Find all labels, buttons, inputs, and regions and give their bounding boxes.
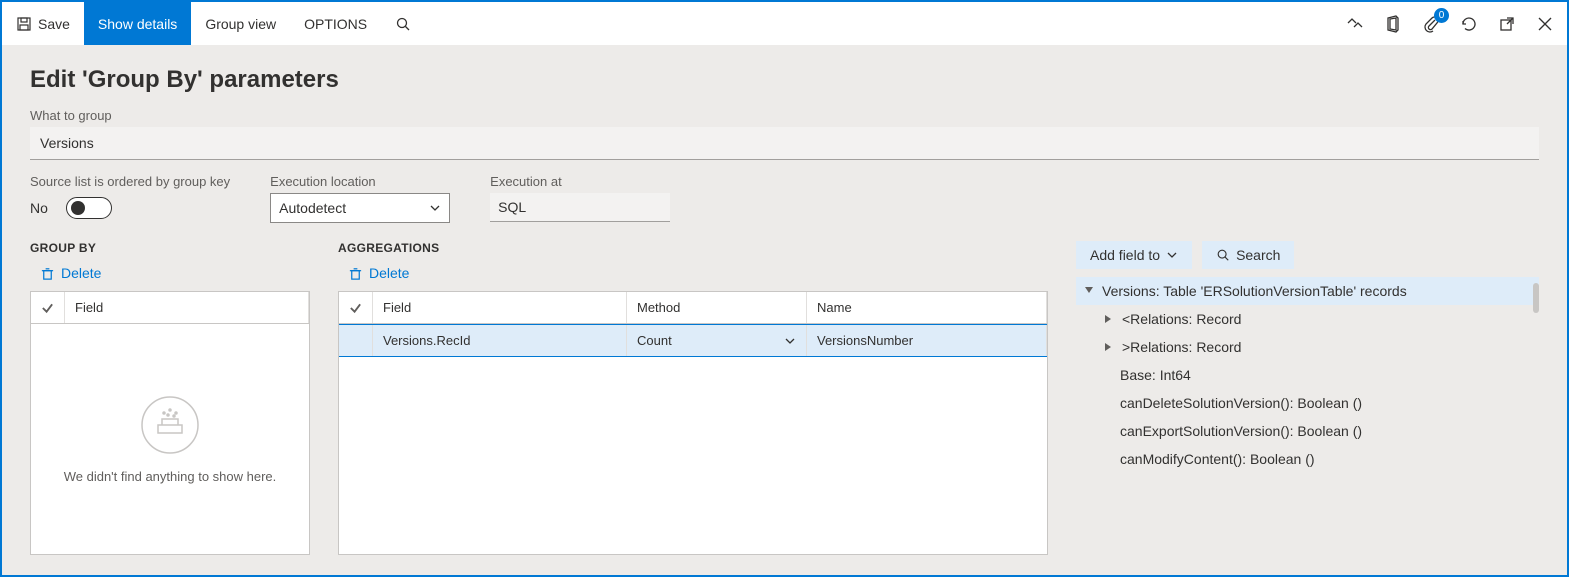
tree-search-label: Search: [1236, 247, 1280, 263]
agg-grid: Field Method Name Versions.RecId Count V…: [338, 291, 1048, 555]
search-toolbar-button[interactable]: [381, 2, 425, 45]
exec-location-value: Autodetect: [279, 200, 346, 216]
trash-icon: [348, 266, 363, 281]
show-details-button[interactable]: Show details: [84, 2, 191, 45]
tree-leaf[interactable]: Base: Int64: [1076, 361, 1539, 389]
tree-panel: Add field to Search Versions: Table 'ERS…: [1076, 241, 1539, 555]
chevron-down-icon: [1166, 249, 1178, 261]
attachments-button[interactable]: 0: [1419, 12, 1443, 36]
tree-leaf[interactable]: canDeleteSolutionVersion(): Boolean (): [1076, 389, 1539, 417]
attachments-badge: 0: [1434, 8, 1449, 23]
groupby-select-all[interactable]: [31, 292, 65, 323]
exec-location-label: Execution location: [270, 174, 450, 189]
options-button[interactable]: OPTIONS: [290, 2, 381, 45]
exec-at-input[interactable]: SQL: [490, 193, 670, 222]
tree-search-button[interactable]: Search: [1202, 241, 1294, 269]
what-to-group-input[interactable]: Versions: [30, 127, 1539, 160]
content-area: Edit 'Group By' parameters What to group…: [2, 46, 1567, 575]
agg-row-check[interactable]: [339, 325, 373, 356]
groupby-grid: Field We didn't find anything to show he…: [30, 291, 310, 555]
groupby-panel: GROUP BY Delete Field We didn't find any…: [30, 241, 310, 555]
tree-node[interactable]: >Relations: Record: [1076, 333, 1539, 361]
expander-icon[interactable]: [1084, 286, 1094, 296]
groupby-grid-header: Field: [31, 292, 309, 324]
agg-select-all[interactable]: [339, 292, 373, 323]
agg-method-header[interactable]: Method: [627, 292, 807, 323]
agg-delete-label: Delete: [369, 265, 409, 281]
groupby-delete-button[interactable]: Delete: [40, 265, 310, 281]
agg-row-field[interactable]: Versions.RecId: [373, 325, 627, 356]
chevron-down-icon: [429, 202, 441, 214]
popout-button[interactable]: [1495, 12, 1519, 36]
exec-location-select[interactable]: Autodetect: [270, 193, 450, 223]
tree-root[interactable]: Versions: Table 'ERSolutionVersionTable'…: [1076, 277, 1539, 305]
refresh-button[interactable]: [1457, 12, 1481, 36]
show-details-label: Show details: [98, 16, 177, 32]
agg-field-header[interactable]: Field: [373, 292, 627, 323]
expander-icon[interactable]: [1104, 314, 1114, 324]
aggregations-panel: AGGREGATIONS Delete Field Method Name Ve…: [338, 241, 1048, 555]
ordered-label: Source list is ordered by group key: [30, 174, 230, 189]
group-view-button[interactable]: Group view: [191, 2, 290, 45]
search-icon: [395, 16, 411, 32]
save-icon: [16, 16, 32, 32]
ordered-toggle[interactable]: [66, 197, 112, 219]
agg-name-header[interactable]: Name: [807, 292, 1047, 323]
empty-icon: [140, 395, 200, 455]
groupby-delete-label: Delete: [61, 265, 101, 281]
agg-section-label: AGGREGATIONS: [338, 241, 1048, 255]
groupby-section-label: GROUP BY: [30, 241, 310, 255]
tree-list: Versions: Table 'ERSolutionVersionTable'…: [1076, 277, 1539, 555]
agg-row-name[interactable]: VersionsNumber: [807, 325, 1047, 356]
tree-leaf[interactable]: canModifyContent(): Boolean (): [1076, 445, 1539, 473]
groupby-field-header[interactable]: Field: [65, 292, 309, 323]
toolbar-right: 0: [1343, 2, 1567, 45]
agg-delete-button[interactable]: Delete: [348, 265, 1048, 281]
connector-icon[interactable]: [1343, 12, 1367, 36]
chevron-down-icon: [784, 335, 796, 347]
save-label: Save: [38, 16, 70, 32]
groupby-empty-text: We didn't find anything to show here.: [64, 469, 277, 484]
page-title: Edit 'Group By' parameters: [30, 66, 1539, 94]
what-to-group-label: What to group: [30, 108, 1539, 123]
group-view-label: Group view: [205, 16, 276, 32]
trash-icon: [40, 266, 55, 281]
agg-grid-header: Field Method Name: [339, 292, 1047, 324]
office-icon[interactable]: [1381, 12, 1405, 36]
tree-leaf[interactable]: canExportSolutionVersion(): Boolean (): [1076, 417, 1539, 445]
ordered-value: No: [30, 200, 48, 216]
agg-row[interactable]: Versions.RecId Count VersionsNumber: [339, 324, 1047, 357]
tree-node[interactable]: <Relations: Record: [1076, 305, 1539, 333]
add-field-to-button[interactable]: Add field to: [1076, 241, 1192, 269]
scrollbar-thumb[interactable]: [1533, 283, 1539, 313]
options-label: OPTIONS: [304, 16, 367, 32]
agg-row-method[interactable]: Count: [627, 325, 807, 356]
add-field-to-label: Add field to: [1090, 247, 1160, 263]
exec-at-label: Execution at: [490, 174, 670, 189]
expander-icon[interactable]: [1104, 342, 1114, 352]
search-icon: [1216, 248, 1230, 262]
toolbar: Save Show details Group view OPTIONS 0: [2, 2, 1567, 46]
close-button[interactable]: [1533, 12, 1557, 36]
groupby-empty-state: We didn't find anything to show here.: [31, 324, 309, 554]
save-button[interactable]: Save: [2, 2, 84, 45]
